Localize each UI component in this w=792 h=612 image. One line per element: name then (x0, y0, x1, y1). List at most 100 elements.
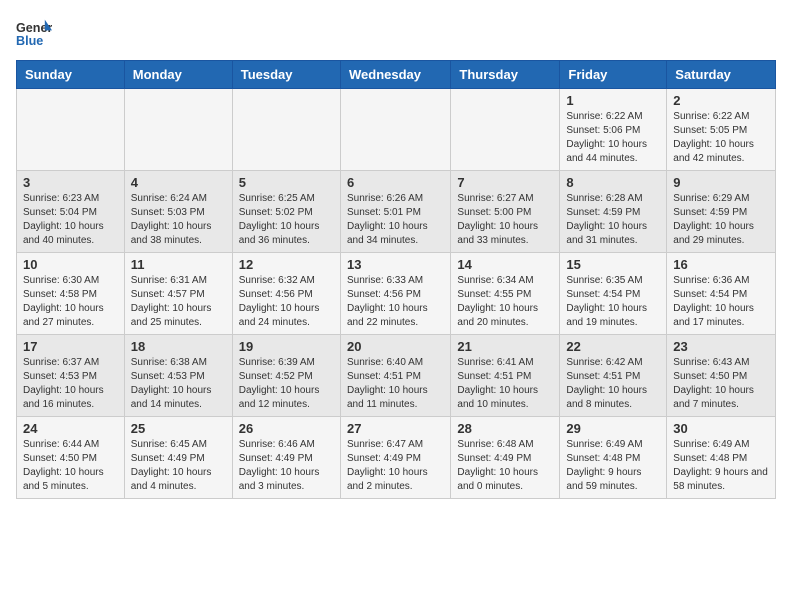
day-number: 23 (673, 339, 769, 354)
day-info: Sunrise: 6:40 AM Sunset: 4:51 PM Dayligh… (347, 356, 444, 412)
day-info: Sunrise: 6:22 AM Sunset: 5:05 PM Dayligh… (673, 110, 769, 166)
day-info: Sunrise: 6:38 AM Sunset: 4:53 PM Dayligh… (131, 356, 226, 412)
day-number: 25 (131, 421, 226, 436)
calendar-cell: 16 Sunrise: 6:36 AM Sunset: 4:54 PM Dayli… (667, 253, 776, 335)
weekday-header: Monday (124, 61, 232, 89)
calendar-cell: 8 Sunrise: 6:28 AM Sunset: 4:59 PM Daylig… (560, 171, 667, 253)
calendar: SundayMondayTuesdayWednesdayThursdayFrid… (16, 60, 776, 499)
calendar-cell: 18 Sunrise: 6:38 AM Sunset: 4:53 PM Dayli… (124, 335, 232, 417)
weekday-header: Sunday (17, 61, 125, 89)
day-number: 22 (566, 339, 660, 354)
day-number: 3 (23, 175, 118, 190)
day-info: Sunrise: 6:41 AM Sunset: 4:51 PM Dayligh… (457, 356, 553, 412)
day-number: 19 (239, 339, 334, 354)
calendar-cell (451, 89, 560, 171)
calendar-cell: 1 Sunrise: 6:22 AM Sunset: 5:06 PM Daylig… (560, 89, 667, 171)
day-number: 11 (131, 257, 226, 272)
calendar-cell: 27Sunrise: 6:47 AM Sunset: 4:49 PM Dayli… (340, 417, 450, 499)
day-info: Sunrise: 6:32 AM Sunset: 4:56 PM Dayligh… (239, 274, 334, 330)
calendar-cell: 19 Sunrise: 6:39 AM Sunset: 4:52 PM Dayli… (232, 335, 340, 417)
day-info: Sunrise: 6:29 AM Sunset: 4:59 PM Dayligh… (673, 192, 769, 248)
day-number: 26 (239, 421, 334, 436)
calendar-cell: 11 Sunrise: 6:31 AM Sunset: 4:57 PM Dayli… (124, 253, 232, 335)
weekday-header: Wednesday (340, 61, 450, 89)
day-number: 1 (566, 93, 660, 108)
day-number: 20 (347, 339, 444, 354)
calendar-cell: 21 Sunrise: 6:41 AM Sunset: 4:51 PM Dayli… (451, 335, 560, 417)
calendar-cell: 13 Sunrise: 6:33 AM Sunset: 4:56 PM Dayli… (340, 253, 450, 335)
day-number: 15 (566, 257, 660, 272)
weekday-header: Tuesday (232, 61, 340, 89)
calendar-cell: 9 Sunrise: 6:29 AM Sunset: 4:59 PM Daylig… (667, 171, 776, 253)
calendar-cell: 3 Sunrise: 6:23 AM Sunset: 5:04 PM Daylig… (17, 171, 125, 253)
day-number: 27 (347, 421, 444, 436)
day-number: 14 (457, 257, 553, 272)
calendar-cell (124, 89, 232, 171)
day-info: Sunrise: 6:44 AM Sunset: 4:50 PM Dayligh… (23, 438, 118, 494)
day-info: Sunrise: 6:30 AM Sunset: 4:58 PM Dayligh… (23, 274, 118, 330)
day-info: Sunrise: 6:49 AM Sunset: 4:48 PM Dayligh… (673, 438, 769, 494)
calendar-cell: 30 Sunrise: 6:49 AM Sunset: 4:48 PM Dayli… (667, 417, 776, 499)
day-number: 10 (23, 257, 118, 272)
day-info: Sunrise: 6:25 AM Sunset: 5:02 PM Dayligh… (239, 192, 334, 248)
day-info: Sunrise: 6:49 AM Sunset: 4:48 PM Dayligh… (566, 438, 660, 494)
calendar-cell: 4 Sunrise: 6:24 AM Sunset: 5:03 PM Daylig… (124, 171, 232, 253)
day-info: Sunrise: 6:39 AM Sunset: 4:52 PM Dayligh… (239, 356, 334, 412)
calendar-cell: 28 Sunrise: 6:48 AM Sunset: 4:49 PM Dayli… (451, 417, 560, 499)
weekday-header: Friday (560, 61, 667, 89)
calendar-cell: 7Sunrise: 6:27 AM Sunset: 5:00 PM Daylig… (451, 171, 560, 253)
calendar-cell: 15 Sunrise: 6:35 AM Sunset: 4:54 PM Dayli… (560, 253, 667, 335)
logo-icon: General Blue (16, 16, 52, 52)
calendar-cell (340, 89, 450, 171)
day-info: Sunrise: 6:45 AM Sunset: 4:49 PM Dayligh… (131, 438, 226, 494)
day-number: 9 (673, 175, 769, 190)
day-number: 13 (347, 257, 444, 272)
calendar-header: SundayMondayTuesdayWednesdayThursdayFrid… (17, 61, 776, 89)
day-number: 28 (457, 421, 553, 436)
weekday-header: Thursday (451, 61, 560, 89)
calendar-cell: 14 Sunrise: 6:34 AM Sunset: 4:55 PM Dayli… (451, 253, 560, 335)
day-number: 12 (239, 257, 334, 272)
day-info: Sunrise: 6:48 AM Sunset: 4:49 PM Dayligh… (457, 438, 553, 494)
day-number: 18 (131, 339, 226, 354)
day-info: Sunrise: 6:37 AM Sunset: 4:53 PM Dayligh… (23, 356, 118, 412)
calendar-cell: 23 Sunrise: 6:43 AM Sunset: 4:50 PM Dayli… (667, 335, 776, 417)
day-info: Sunrise: 6:42 AM Sunset: 4:51 PM Dayligh… (566, 356, 660, 412)
calendar-cell: 26 Sunrise: 6:46 AM Sunset: 4:49 PM Dayli… (232, 417, 340, 499)
day-info: Sunrise: 6:35 AM Sunset: 4:54 PM Dayligh… (566, 274, 660, 330)
day-info: Sunrise: 6:33 AM Sunset: 4:56 PM Dayligh… (347, 274, 444, 330)
logo: General Blue (16, 16, 56, 52)
day-info: Sunrise: 6:36 AM Sunset: 4:54 PM Dayligh… (673, 274, 769, 330)
svg-text:Blue: Blue (16, 34, 43, 48)
day-info: Sunrise: 6:23 AM Sunset: 5:04 PM Dayligh… (23, 192, 118, 248)
calendar-cell: 12 Sunrise: 6:32 AM Sunset: 4:56 PM Dayli… (232, 253, 340, 335)
day-info: Sunrise: 6:46 AM Sunset: 4:49 PM Dayligh… (239, 438, 334, 494)
day-number: 4 (131, 175, 226, 190)
day-info: Sunrise: 6:26 AM Sunset: 5:01 PM Dayligh… (347, 192, 444, 248)
day-info: Sunrise: 6:34 AM Sunset: 4:55 PM Dayligh… (457, 274, 553, 330)
calendar-cell: 2 Sunrise: 6:22 AM Sunset: 5:05 PM Daylig… (667, 89, 776, 171)
calendar-cell: 6 Sunrise: 6:26 AM Sunset: 5:01 PM Daylig… (340, 171, 450, 253)
calendar-cell: 10 Sunrise: 6:30 AM Sunset: 4:58 PM Dayli… (17, 253, 125, 335)
day-number: 6 (347, 175, 444, 190)
day-number: 17 (23, 339, 118, 354)
day-info: Sunrise: 6:43 AM Sunset: 4:50 PM Dayligh… (673, 356, 769, 412)
day-number: 24 (23, 421, 118, 436)
day-info: Sunrise: 6:24 AM Sunset: 5:03 PM Dayligh… (131, 192, 226, 248)
day-number: 2 (673, 93, 769, 108)
calendar-cell: 29 Sunrise: 6:49 AM Sunset: 4:48 PM Dayli… (560, 417, 667, 499)
day-number: 16 (673, 257, 769, 272)
calendar-cell: 22 Sunrise: 6:42 AM Sunset: 4:51 PM Dayli… (560, 335, 667, 417)
calendar-cell: 5Sunrise: 6:25 AM Sunset: 5:02 PM Daylig… (232, 171, 340, 253)
day-info: Sunrise: 6:31 AM Sunset: 4:57 PM Dayligh… (131, 274, 226, 330)
weekday-header: Saturday (667, 61, 776, 89)
calendar-cell: 24 Sunrise: 6:44 AM Sunset: 4:50 PM Dayli… (17, 417, 125, 499)
day-info: Sunrise: 6:22 AM Sunset: 5:06 PM Dayligh… (566, 110, 660, 166)
day-info: Sunrise: 6:28 AM Sunset: 4:59 PM Dayligh… (566, 192, 660, 248)
day-number: 8 (566, 175, 660, 190)
day-number: 7 (457, 175, 553, 190)
day-number: 30 (673, 421, 769, 436)
calendar-cell: 25 Sunrise: 6:45 AM Sunset: 4:49 PM Dayli… (124, 417, 232, 499)
day-number: 29 (566, 421, 660, 436)
day-number: 21 (457, 339, 553, 354)
